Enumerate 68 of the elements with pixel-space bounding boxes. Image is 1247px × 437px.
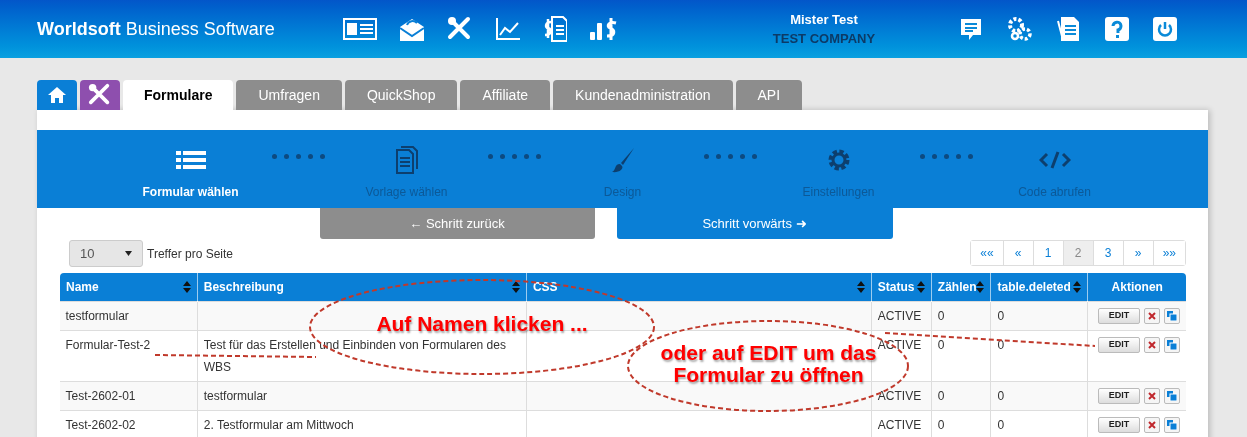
edit-button[interactable]: EDIT <box>1098 336 1140 353</box>
envelope-icon[interactable] <box>399 16 425 42</box>
table-cell: 0 <box>991 381 1088 410</box>
callout-text: Formular zu öffnen <box>673 364 864 386</box>
delete-icon[interactable] <box>1144 416 1160 433</box>
column-header[interactable]: Name <box>59 273 198 301</box>
copy-icon[interactable] <box>1164 416 1180 433</box>
power-icon[interactable] <box>1153 17 1177 41</box>
tab[interactable]: Affiliate <box>460 80 551 110</box>
tab[interactable]: Kundenadministration <box>553 80 733 110</box>
table-cell: ACTIVE <box>871 301 932 330</box>
contact-card-icon[interactable] <box>343 18 377 40</box>
table-cell: testformular <box>197 381 527 410</box>
sort-icon[interactable] <box>976 280 985 293</box>
tools-icon[interactable] <box>447 16 473 42</box>
tab[interactable]: Umfragen <box>236 80 342 110</box>
tools-icon <box>88 83 112 107</box>
table-cell: ACTIVE <box>871 381 932 410</box>
tab[interactable]: API <box>735 80 803 110</box>
caret-icon <box>125 251 132 256</box>
edit-button[interactable]: EDIT <box>1098 416 1140 433</box>
column-header[interactable]: CSS <box>526 273 872 301</box>
invoice-icon[interactable] <box>543 16 567 42</box>
per-page-label: Treffer pro Seite <box>147 245 234 263</box>
documents-icon <box>395 146 418 174</box>
bar-chart-icon[interactable] <box>589 17 619 41</box>
sort-icon[interactable] <box>511 280 520 293</box>
page-link[interactable]: »» <box>1152 240 1185 265</box>
column-header[interactable]: Status <box>871 273 932 301</box>
tools-tab[interactable] <box>80 80 120 110</box>
sort-icon[interactable] <box>182 280 191 293</box>
column-header[interactable]: Beschreibung <box>197 273 527 301</box>
column-header[interactable]: Zählen <box>931 273 991 301</box>
wizard-step[interactable]: Formular wählen <box>142 183 239 201</box>
copy-icon[interactable] <box>1164 336 1180 353</box>
message-icon[interactable] <box>959 17 983 41</box>
per-page-select[interactable]: 10 <box>69 240 143 267</box>
home-tab[interactable] <box>37 80 77 110</box>
delete-icon[interactable] <box>1144 336 1160 353</box>
column-header: Aktionen <box>1087 273 1186 301</box>
table-cell[interactable]: testformular <box>59 301 198 330</box>
user-name: Mister Test <box>790 10 858 29</box>
app-title: Worldsoft Business Software <box>37 17 276 41</box>
document-icon[interactable] <box>1057 16 1081 42</box>
edit-button[interactable]: EDIT <box>1098 307 1140 324</box>
column-header[interactable]: table.deleted <box>991 273 1088 301</box>
sort-icon[interactable] <box>856 280 865 293</box>
sort-icon[interactable] <box>1073 280 1082 293</box>
sort-icon[interactable] <box>916 280 925 293</box>
forward-button[interactable]: Schritt vorwärts ➜ <box>616 208 893 239</box>
back-button[interactable]: ← Schritt zurück <box>319 208 595 239</box>
page-link[interactable]: 2 <box>1062 240 1093 265</box>
table-cell: 0 <box>991 301 1088 330</box>
tab[interactable]: Formulare <box>123 80 234 110</box>
delete-icon[interactable] <box>1144 387 1160 404</box>
settings-icon[interactable] <box>1007 16 1033 42</box>
copy-icon[interactable] <box>1164 387 1180 404</box>
line-chart-icon[interactable] <box>495 17 521 41</box>
table-cell[interactable]: Test-2602-01 <box>59 381 198 410</box>
help-icon[interactable] <box>1105 17 1129 41</box>
delete-icon[interactable] <box>1144 307 1160 324</box>
table-cell: 0 <box>931 381 991 410</box>
edit-button[interactable]: EDIT <box>1098 387 1140 404</box>
table-cell: 0 <box>931 301 991 330</box>
home-icon <box>47 86 67 104</box>
tab[interactable]: QuickShop <box>344 80 458 110</box>
company-name: TEST COMPANY <box>772 30 876 48</box>
copy-icon[interactable] <box>1164 307 1180 324</box>
